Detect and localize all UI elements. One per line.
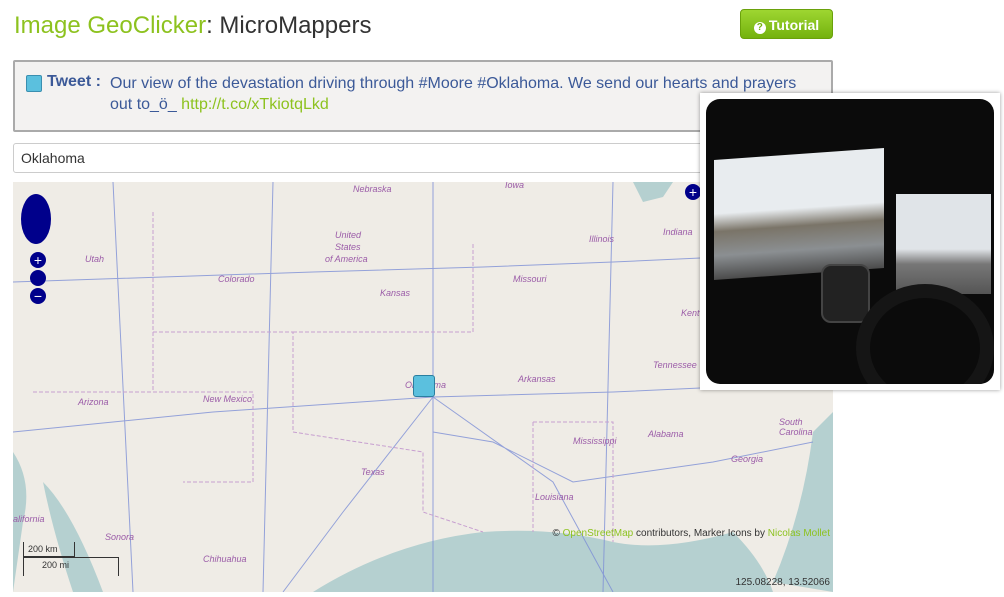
layer-switcher-button[interactable]: + <box>685 184 701 200</box>
question-icon: ? <box>753 22 766 34</box>
world-icon[interactable] <box>30 270 46 286</box>
zoom-out-button[interactable]: − <box>30 288 46 304</box>
map-label: Missouri <box>513 274 547 284</box>
map-label: Georgia <box>731 454 764 464</box>
tweet-marker-icon <box>26 75 42 92</box>
map-label: Texas <box>361 467 385 477</box>
tweet-location-marker[interactable] <box>413 375 435 397</box>
map-label: Indiana <box>663 227 693 237</box>
tweet-link[interactable]: http://t.co/xTkiotqLkd <box>181 96 329 113</box>
page-title: Image GeoClicker: MicroMappers <box>14 12 372 39</box>
map-label: Utah <box>85 254 105 264</box>
map-label: of America <box>325 254 368 264</box>
map-label: Arizona <box>78 397 109 407</box>
map-label: Nebraska <box>353 184 392 194</box>
map-label: Arkansas <box>518 374 556 384</box>
tutorial-button[interactable]: ? Tutorial <box>740 9 833 39</box>
map-label: Louisiana <box>535 492 574 502</box>
map-label: Tennessee <box>653 360 697 370</box>
map-label: Alabama <box>648 429 684 439</box>
map-label: States <box>335 242 361 252</box>
map-label: Illinois <box>589 234 615 244</box>
map-label: Kansas <box>380 288 411 298</box>
map-label: Chihuahua <box>203 554 247 564</box>
map-label: New Mexico <box>203 394 253 404</box>
tweet-label: Tweet : <box>47 73 101 90</box>
mouse-coordinates: 125.08228, 13.52066 <box>735 577 830 588</box>
zoom-in-button[interactable]: + <box>30 252 46 268</box>
location-search-input[interactable] <box>13 143 733 173</box>
map-label: Sonora <box>105 532 135 542</box>
map-label: alifornia <box>13 514 45 524</box>
map-label: United <box>335 230 362 240</box>
map-label: Iowa <box>505 182 525 190</box>
tweet-image <box>700 93 1000 390</box>
map-label: Mississippi <box>573 436 617 446</box>
scale-bar: 200 km 200 mi <box>23 542 119 576</box>
pan-control[interactable] <box>21 194 51 244</box>
map-label: South Carolina <box>779 417 813 437</box>
map-attribution: © OpenStreetMap contributors, Marker Ico… <box>552 528 830 539</box>
map-label: Kent <box>681 308 700 318</box>
map-label: Colorado <box>218 274 255 284</box>
